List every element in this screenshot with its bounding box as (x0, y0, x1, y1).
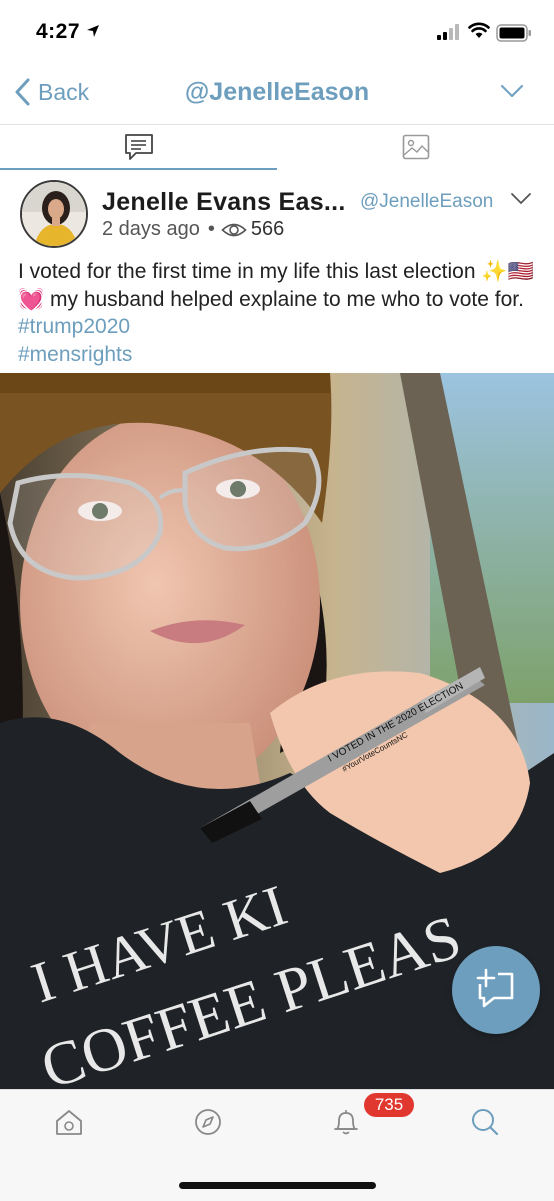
tab-posts[interactable] (0, 125, 277, 170)
chevron-down-icon[interactable] (500, 84, 524, 98)
post-header: Jenelle Evans Eas... @JenelleEason 2 day… (0, 180, 554, 252)
compass-icon (195, 1109, 221, 1135)
post-body: I voted for the first time in my life th… (18, 258, 538, 368)
notification-badge: 735 (364, 1093, 414, 1117)
status-bar: 4:27 (0, 0, 554, 64)
cellular-signal-icon (437, 24, 459, 40)
avatar[interactable] (20, 180, 88, 248)
author-handle[interactable]: @JenelleEason (360, 191, 493, 213)
compose-button[interactable] (452, 946, 540, 1034)
post-time: 2 days ago (102, 218, 200, 240)
tab-explore[interactable] (188, 1102, 228, 1142)
wifi-icon (468, 22, 490, 38)
chevron-down-icon[interactable] (510, 192, 532, 206)
author-name[interactable]: Jenelle Evans Eas... (102, 188, 346, 217)
search-icon (472, 1109, 499, 1136)
profile-tabs (0, 125, 554, 171)
tab-notifications[interactable] (326, 1102, 366, 1142)
location-arrow-icon (87, 25, 99, 37)
navigation-bar: Back @JenelleEason (0, 64, 554, 125)
tab-home[interactable] (49, 1102, 89, 1142)
eye-icon (221, 223, 247, 236)
battery-icon (496, 24, 531, 42)
post-meta: 2 days ago • 566 (102, 218, 284, 241)
status-time: 4:27 (36, 20, 81, 43)
hashtag-link[interactable]: #mensrights (18, 343, 132, 366)
tab-search[interactable] (465, 1102, 505, 1142)
hashtag-link[interactable]: #trump2020 (18, 315, 130, 338)
tab-media[interactable] (277, 125, 554, 169)
compose-icon (476, 968, 514, 1008)
page-title: @JenelleEason (184, 78, 370, 106)
home-icon (56, 1110, 82, 1135)
post-text-part2: my husband helped explaine to me who to … (44, 287, 524, 311)
comment-icon (124, 133, 153, 160)
post-text-part1: I voted for the first time in my life th… (18, 260, 482, 283)
bell-icon (334, 1110, 358, 1135)
view-count: 566 (250, 218, 285, 240)
image-icon (402, 134, 429, 160)
avatar-image (22, 182, 86, 246)
meta-separator: • (207, 218, 215, 240)
home-indicator (179, 1182, 376, 1189)
